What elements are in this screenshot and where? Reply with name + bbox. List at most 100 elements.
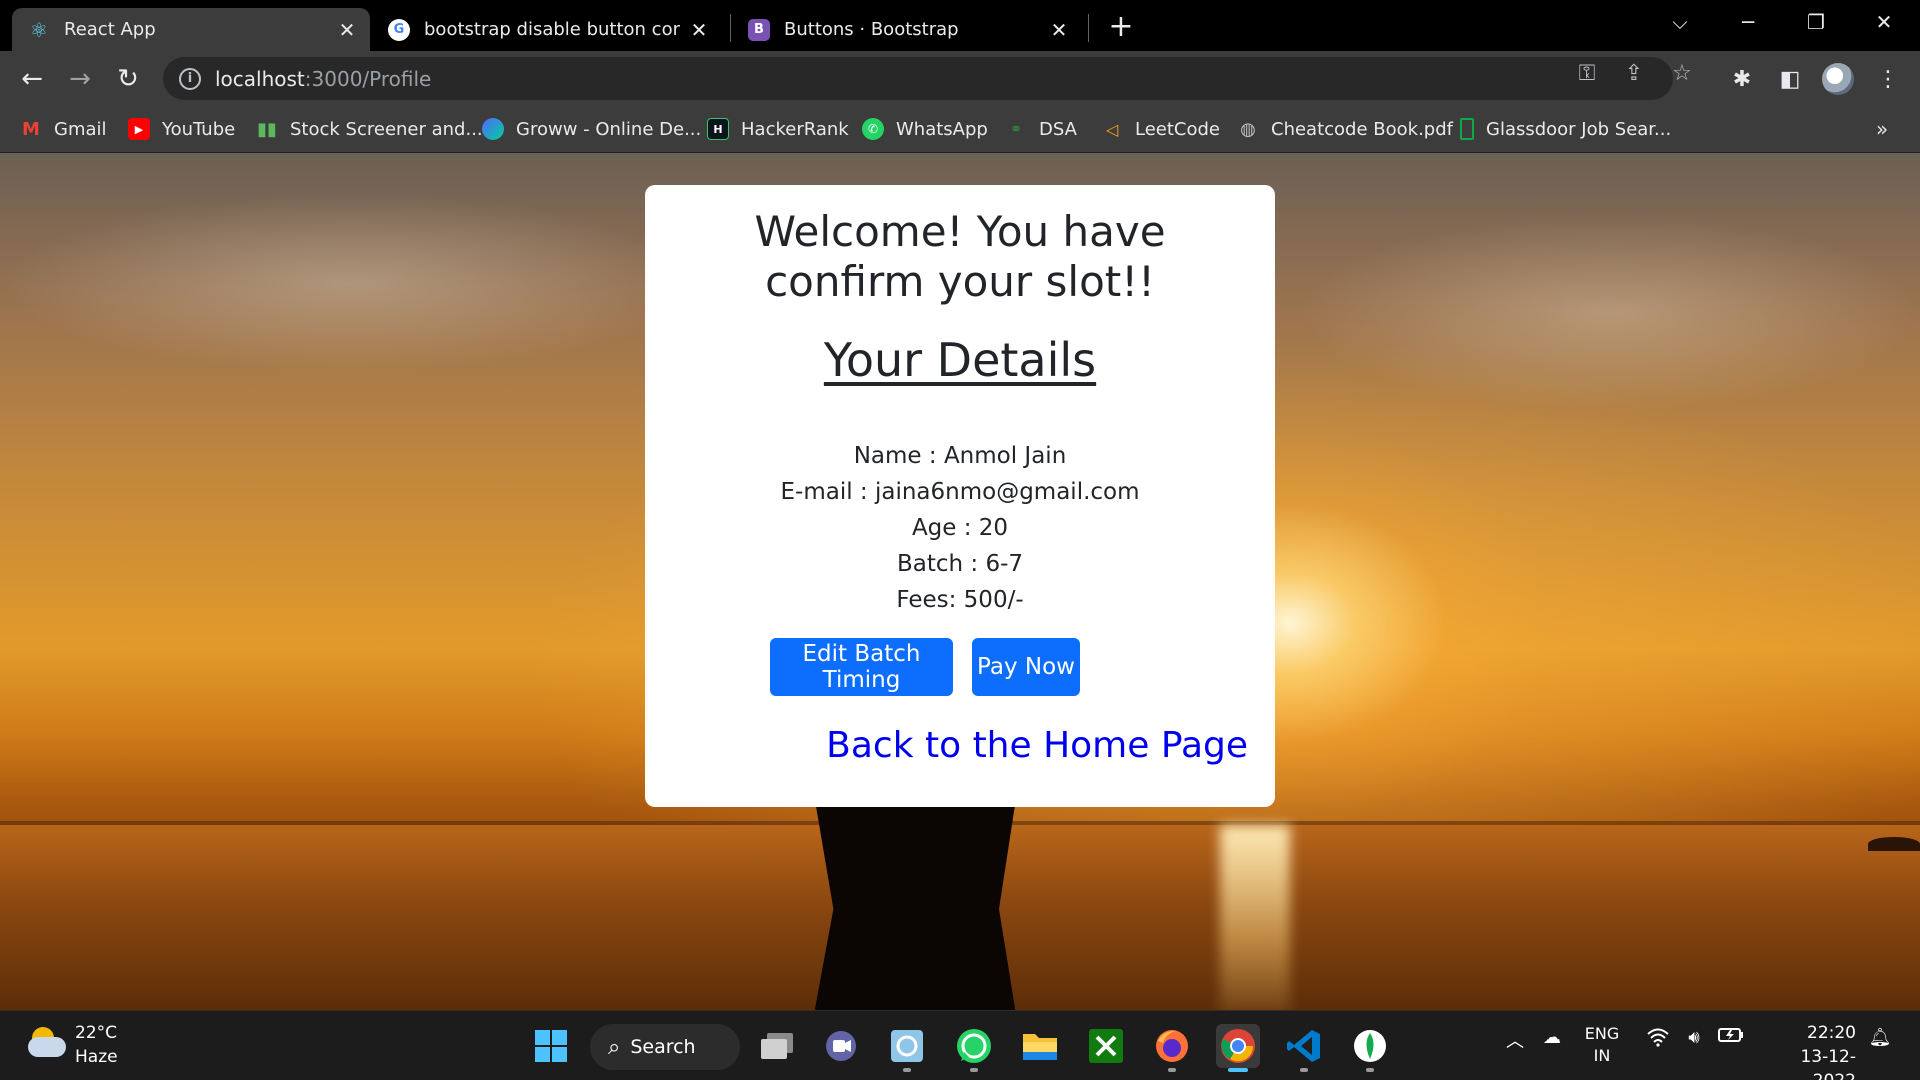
bookmark-whatsapp[interactable]: ✆ WhatsApp	[862, 114, 988, 144]
gmail-icon: M	[22, 118, 40, 140]
system-clock[interactable]: 22:20 13-12-2022	[1760, 1021, 1856, 1080]
site-info-icon[interactable]: i	[179, 67, 201, 90]
whatsapp-app-icon[interactable]	[952, 1024, 996, 1072]
vscode-icon[interactable]	[1282, 1024, 1326, 1072]
leetcode-icon: ◁	[1105, 119, 1119, 139]
key-icon[interactable]: ⚿	[1572, 59, 1602, 87]
bookmark-hackerrank[interactable]: H HackerRank	[707, 114, 849, 144]
star-icon[interactable]: ☆	[1667, 59, 1697, 87]
bookmark-cheatcode[interactable]: ◍ Cheatcode Book.pdf	[1237, 114, 1453, 144]
glassdoor-icon	[1460, 118, 1474, 140]
url-text[interactable]: localhost:3000/Profile	[215, 67, 431, 91]
region-code: IN	[1593, 1046, 1611, 1065]
minimize-icon[interactable]: ─	[1728, 6, 1768, 38]
tab-bootstrap-search[interactable]: G bootstrap disable button conditio ✕	[372, 8, 722, 51]
reload-icon[interactable]: ↻	[110, 61, 146, 97]
extensions-icon[interactable]: ✱	[1724, 61, 1760, 97]
tab-separator	[1088, 14, 1089, 42]
tab-title: Buttons · Bootstrap	[784, 19, 959, 40]
whatsapp-icon: ✆	[862, 118, 884, 140]
pay-now-button[interactable]: Pay Now	[972, 638, 1080, 696]
bookmark-label: Stock Screener and...	[290, 118, 483, 140]
detail-age: Age : 20	[911, 515, 1009, 541]
tab-strip: ⚛ React App ✕ G bootstrap disable button…	[0, 0, 1920, 51]
volume-icon[interactable]: 🔊︎	[1680, 1027, 1708, 1048]
restore-icon[interactable]: ❐	[1796, 6, 1836, 38]
close-tab-icon[interactable]: ✕	[336, 18, 358, 42]
details-heading: Your Details	[823, 333, 1097, 387]
bookmark-leetcode[interactable]: ◁ LeetCode	[1101, 114, 1220, 144]
show-hidden-icons[interactable]: ︿	[1503, 1027, 1527, 1053]
windows-start-icon[interactable]	[529, 1024, 573, 1068]
taskbar: 22°C Haze ⌕ Search ︿ ☁ ENG IN 🔊︎ 22:20 1…	[0, 1010, 1920, 1080]
bookmark-label: WhatsApp	[896, 118, 988, 140]
groww-icon	[482, 118, 504, 140]
taskbar-search[interactable]: ⌕ Search	[590, 1024, 740, 1070]
weather-condition: Haze	[75, 1047, 118, 1067]
edit-batch-timing-button[interactable]: Edit Batch Timing	[770, 638, 953, 696]
bookmark-label: YouTube	[162, 118, 236, 140]
bookmark-stock-screener[interactable]: ▮▮ Stock Screener and...	[256, 114, 483, 144]
weather-temperature: 22°C	[75, 1023, 118, 1043]
bookmark-glassdoor[interactable]: Glassdoor Job Sear...	[1460, 114, 1671, 144]
cloud-decoration	[0, 193, 700, 373]
bookmark-groww[interactable]: Groww - Online De...	[482, 114, 701, 144]
search-label: Search	[630, 1036, 696, 1058]
file-explorer-icon[interactable]	[1018, 1024, 1062, 1068]
close-tab-icon[interactable]: ✕	[688, 18, 710, 42]
bookmark-label: Cheatcode Book.pdf	[1271, 118, 1453, 140]
detail-name: Name : Anmol Jain	[853, 443, 1067, 469]
wifi-icon[interactable]	[1644, 1027, 1672, 1047]
side-panel-icon[interactable]: ◧	[1772, 61, 1808, 97]
tab-title: React App	[64, 19, 156, 40]
tab-react-app[interactable]: ⚛ React App ✕	[12, 8, 370, 51]
language-indicator[interactable]: ENG IN	[1578, 1023, 1626, 1067]
bookmark-youtube[interactable]: ▶ YouTube	[128, 114, 235, 144]
teams-chat-icon[interactable]	[819, 1024, 863, 1068]
notification-icon[interactable]: 🔔︎	[1866, 1027, 1894, 1048]
battery-icon[interactable]	[1716, 1027, 1746, 1043]
detail-email: E-mail : jaina6nmo@gmail.com	[780, 479, 1140, 505]
rock-silhouette	[1868, 837, 1920, 851]
menu-icon[interactable]: ⋮	[1870, 61, 1906, 97]
detail-batch: Batch : 6-7	[896, 551, 1024, 577]
mongodb-compass-icon[interactable]	[1348, 1024, 1392, 1072]
browser-toolbar: ← → ↻ i localhost:3000/Profile ⚿ ⇪ ☆ ✱ ◧…	[0, 51, 1920, 106]
bookmark-label: Gmail	[54, 118, 107, 140]
forward-arrow-icon[interactable]: →	[62, 61, 98, 97]
photos-app-icon[interactable]	[885, 1024, 929, 1072]
weather-icon[interactable]	[26, 1025, 66, 1061]
profile-card: Welcome! You have confirm your slot!! Yo…	[645, 185, 1275, 807]
new-tab-button[interactable]: +	[1105, 9, 1137, 44]
bookmark-label: DSA	[1039, 118, 1077, 140]
tab-separator	[730, 14, 731, 42]
react-icon: ⚛	[30, 17, 48, 42]
back-to-home-link[interactable]: Back to the Home Page	[645, 725, 1248, 766]
detail-fees: Fees: 500/-	[896, 587, 1024, 613]
clock-time: 22:20	[1807, 1023, 1856, 1043]
profile-avatar[interactable]	[1822, 63, 1854, 95]
chrome-icon[interactable]	[1216, 1024, 1260, 1072]
close-tab-icon[interactable]: ✕	[1048, 18, 1070, 42]
details-list: Name : Anmol Jain E-mail : jaina6nmo@gma…	[645, 438, 1275, 618]
bootstrap-icon: B	[748, 18, 770, 41]
more-bookmarks-icon[interactable]: »	[1876, 114, 1888, 144]
address-bar[interactable]: i localhost:3000/Profile	[163, 57, 1673, 100]
bookmarks-bar: M Gmail ▶ YouTube ▮▮ Stock Screener and.…	[0, 106, 1920, 153]
firefox-icon[interactable]	[1150, 1024, 1194, 1072]
tab-search-icon[interactable]: ⌵	[1660, 6, 1700, 38]
clock-date: 13-12-2022	[1800, 1047, 1856, 1080]
close-window-icon[interactable]: ✕	[1864, 6, 1904, 38]
onedrive-icon[interactable]: ☁	[1536, 1027, 1568, 1048]
tab-bootstrap-buttons[interactable]: B Buttons · Bootstrap ✕	[732, 8, 1082, 51]
bookmark-gmail[interactable]: M Gmail	[20, 114, 107, 144]
bookmark-label: LeetCode	[1135, 118, 1220, 140]
task-view-icon[interactable]	[755, 1024, 799, 1068]
back-arrow-icon[interactable]: ←	[14, 61, 50, 97]
bookmark-label: Groww - Online De...	[516, 118, 702, 140]
share-icon[interactable]: ⇪	[1619, 59, 1649, 87]
xbox-icon[interactable]	[1084, 1024, 1128, 1068]
bookmark-dsa[interactable]: ⚭ DSA	[1005, 114, 1077, 144]
weather-widget[interactable]: 22°C Haze	[75, 1021, 118, 1069]
tab-title: bootstrap disable button conditio	[424, 19, 680, 40]
